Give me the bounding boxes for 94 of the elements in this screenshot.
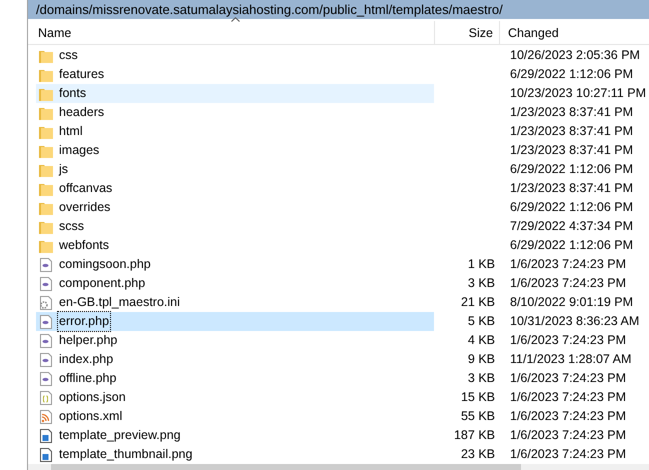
column-header[interactable]: Changed bbox=[499, 21, 649, 45]
file-row[interactable]: images 1/23/2023 8:37:41 PM bbox=[36, 141, 649, 160]
file-name: fonts bbox=[58, 85, 88, 102]
modified-date: 8/10/2022 9:01:19 PM bbox=[510, 294, 634, 312]
file-name: options.xml bbox=[58, 408, 124, 426]
modified-date: 1/6/2023 7:24:23 PM bbox=[510, 370, 626, 388]
file-name: overrides bbox=[58, 199, 112, 216]
file-size: 21 KB bbox=[460, 294, 495, 312]
path-bar[interactable]: /domains/missrenovate.satumalaysiahosting.com/public_html/templates/maestro/ bbox=[28, 0, 649, 19]
file-size: 9 KB bbox=[468, 351, 495, 368]
file-name: helper.php bbox=[58, 332, 118, 350]
sort-ascending-icon bbox=[231, 17, 240, 22]
modified-date: 1/23/2023 8:37:41 PM bbox=[510, 104, 634, 122]
settings-file-icon bbox=[38, 294, 54, 310]
file-row[interactable]: fonts 10/23/2023 10:27:11 PM bbox=[36, 84, 649, 103]
file-name: images bbox=[58, 142, 100, 160]
file-row[interactable]: overrides 6/29/2022 1:12:06 PM bbox=[36, 198, 649, 217]
file-size: 5 KB bbox=[468, 313, 495, 330]
modified-date: 6/29/2022 1:12:06 PM bbox=[510, 161, 634, 178]
file-size: 55 KB bbox=[460, 408, 495, 426]
file-row[interactable]: error.php 5 KB 10/31/2023 8:36:23 AM bbox=[36, 312, 649, 331]
file-row[interactable]: options.xml 55 KB 1/6/2023 7:24:23 PM bbox=[36, 407, 649, 426]
file-name: offline.php bbox=[58, 370, 118, 388]
modified-date: 11/1/2023 1:28:07 AM bbox=[510, 351, 632, 368]
modified-date: 1/23/2023 8:37:41 PM bbox=[510, 180, 634, 198]
php-file-icon bbox=[38, 314, 54, 330]
file-row[interactable]: css 10/26/2023 2:05:36 PM bbox=[36, 46, 649, 65]
file-row[interactable]: helper.php 4 KB 1/6/2023 7:24:23 PM bbox=[36, 331, 649, 350]
file-row[interactable]: en-GB.tpl_maestro.ini 21 KB 8/10/2022 9:01:19 PM bbox=[36, 293, 649, 312]
file-size: 3 KB bbox=[468, 275, 495, 292]
file-size: 4 KB bbox=[468, 332, 495, 350]
file-row[interactable]: webfonts 6/29/2022 1:12:06 PM bbox=[36, 236, 649, 255]
file-name: index.php bbox=[58, 351, 114, 368]
modified-date: 1/6/2023 7:24:23 PM bbox=[510, 389, 626, 406]
modified-date: 1/6/2023 7:24:23 PM bbox=[510, 427, 626, 444]
file-row[interactable]: template_thumbnail.png 23 KB 1/6/2023 7:24:23 PM bbox=[36, 445, 649, 464]
column-header[interactable]: Name bbox=[28, 21, 434, 45]
modified-date: 1/6/2023 7:24:23 PM bbox=[510, 275, 626, 292]
modified-date: 1/23/2023 8:37:41 PM bbox=[510, 142, 634, 160]
php-file-icon bbox=[38, 276, 54, 292]
modified-date: 1/6/2023 7:24:23 PM bbox=[510, 408, 626, 426]
file-name: en-GB.tpl_maestro.ini bbox=[58, 294, 181, 312]
file-name: features bbox=[58, 66, 106, 84]
feed-file-icon bbox=[38, 408, 54, 424]
file-name: offcanvas bbox=[58, 180, 114, 198]
file-name: template_preview.png bbox=[58, 427, 182, 444]
json-file-icon bbox=[38, 390, 54, 406]
file-row[interactable]: options.json 15 KB 1/6/2023 7:24:23 PM bbox=[36, 388, 649, 407]
file-name: comingsoon.php bbox=[58, 256, 152, 274]
file-row[interactable]: offline.php 3 KB 1/6/2023 7:24:23 PM bbox=[36, 369, 649, 388]
php-file-icon bbox=[38, 332, 54, 348]
file-size: 187 KB bbox=[454, 427, 495, 444]
file-name: error.php bbox=[58, 312, 110, 331]
file-size: 3 KB bbox=[468, 370, 495, 388]
file-row[interactable]: html 1/23/2023 8:37:41 PM bbox=[36, 122, 649, 141]
modified-date: 10/26/2023 2:05:36 PM bbox=[510, 47, 640, 64]
php-file-icon bbox=[38, 352, 54, 368]
file-row[interactable]: index.php 9 KB 11/1/2023 1:28:07 AM bbox=[36, 350, 649, 369]
modified-date: 1/6/2023 7:24:23 PM bbox=[510, 332, 626, 350]
modified-date: 1/6/2023 7:24:23 PM bbox=[510, 256, 626, 274]
file-row[interactable]: component.php 3 KB 1/6/2023 7:24:23 PM bbox=[36, 274, 649, 293]
file-name: webfonts bbox=[58, 237, 110, 254]
file-row[interactable]: js 6/29/2022 1:12:06 PM bbox=[36, 160, 649, 179]
file-name: scss bbox=[58, 218, 85, 236]
file-name: component.php bbox=[58, 275, 146, 292]
file-row[interactable]: headers 1/23/2023 8:37:41 PM bbox=[36, 103, 649, 122]
file-name: html bbox=[58, 123, 84, 140]
file-row[interactable]: offcanvas 1/23/2023 8:37:41 PM bbox=[36, 179, 649, 198]
scrollbar-thumb[interactable] bbox=[51, 464, 521, 470]
php-file-icon bbox=[38, 256, 54, 272]
modified-date: 6/29/2022 1:12:06 PM bbox=[510, 237, 634, 254]
modified-date: 6/29/2022 1:12:06 PM bbox=[510, 66, 634, 84]
file-size: 1 KB bbox=[468, 256, 495, 274]
file-row[interactable]: comingsoon.php 1 KB 1/6/2023 7:24:23 PM bbox=[36, 255, 649, 274]
file-name: options.json bbox=[58, 389, 127, 406]
file-name: template_thumbnail.png bbox=[58, 446, 194, 464]
modified-date: 10/31/2023 8:36:23 AM bbox=[510, 313, 640, 330]
image-file-icon bbox=[38, 446, 54, 462]
file-size: 15 KB bbox=[460, 389, 495, 406]
php-file-icon bbox=[38, 370, 54, 386]
file-name: headers bbox=[58, 104, 106, 122]
file-row[interactable]: scss 7/29/2022 4:37:34 PM bbox=[36, 217, 649, 236]
file-name: css bbox=[58, 47, 79, 64]
file-row[interactable]: template_preview.png 187 KB 1/6/2023 7:24:23 PM bbox=[36, 426, 649, 445]
file-name: js bbox=[58, 161, 70, 178]
file-size: 23 KB bbox=[460, 446, 495, 464]
modified-date: 1/6/2023 7:24:23 PM bbox=[510, 446, 626, 464]
file-row[interactable]: features 6/29/2022 1:12:06 PM bbox=[36, 65, 649, 84]
column-header[interactable]: Size bbox=[434, 21, 499, 45]
modified-date: 1/23/2023 8:37:41 PM bbox=[510, 123, 634, 140]
modified-date: 10/23/2023 10:27:11 PM bbox=[510, 85, 646, 102]
image-file-icon bbox=[38, 428, 54, 444]
modified-date: 6/29/2022 1:12:06 PM bbox=[510, 199, 634, 216]
modified-date: 7/29/2022 4:37:34 PM bbox=[510, 218, 634, 236]
